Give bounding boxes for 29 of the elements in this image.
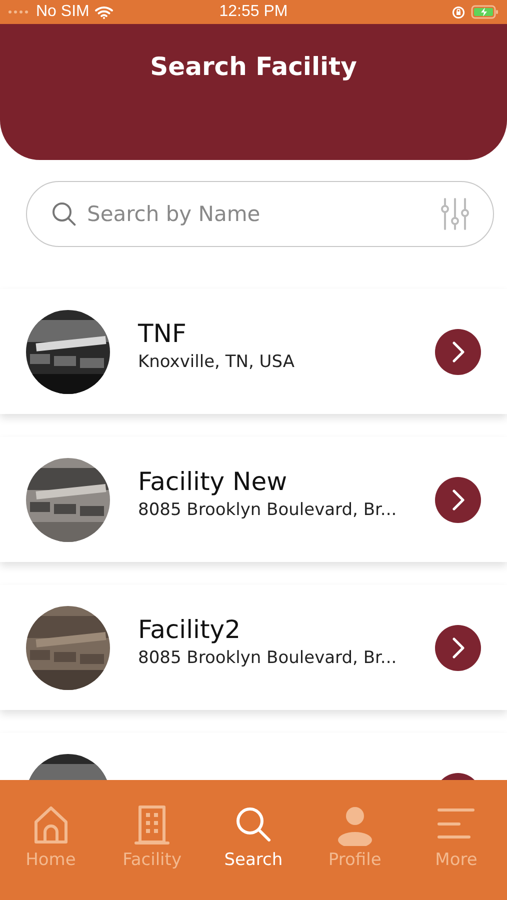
facility-name: Facility2: [138, 615, 242, 644]
facility-address: 8085 Brooklyn Boulevard, Br...: [138, 500, 398, 520]
facility-card[interactable]: Facility New 8085 Brooklyn Boulevard, Br...: [0, 437, 507, 562]
carrier-text: No SIM: [36, 3, 90, 21]
page-title: Search Facility: [150, 52, 357, 83]
facility-address: Knoxville, TN, USA: [138, 352, 296, 372]
search-icon: [51, 201, 77, 227]
facility-card[interactable]: Facility2 8085 Brooklyn Boulevard, Br...: [0, 585, 507, 710]
search-bar[interactable]: Search by Name: [26, 181, 494, 247]
tab-item[interactable]: Profile: [306, 804, 403, 876]
wifi-icon: [95, 6, 114, 18]
tab-item[interactable]: More: [408, 804, 504, 876]
rotation-lock-icon: [452, 6, 465, 18]
clock-text: 12:55 PM: [219, 3, 288, 21]
chevron-right-button[interactable]: [435, 476, 481, 522]
facility-card[interactable]: TNF Knoxville, TN, USA: [0, 289, 507, 414]
facility-name: TNF: [138, 319, 188, 348]
filter-sliders-icon[interactable]: [441, 197, 469, 231]
facility-name: Facility New: [138, 467, 288, 496]
chevron-right-button[interactable]: [435, 624, 481, 670]
chevron-right-button[interactable]: [435, 328, 481, 374]
battery-charging-icon: [470, 5, 499, 19]
tab-item[interactable]: Facility: [104, 804, 200, 876]
tab-item[interactable]: Home: [2, 804, 99, 876]
building-icon: [132, 804, 172, 846]
search-input[interactable]: Search by Name: [85, 201, 433, 227]
facility-address: 8085 Brooklyn Boulevard, Br...: [138, 648, 398, 668]
signal-dots-icon: [8, 10, 30, 14]
tab-item[interactable]: Search: [205, 804, 302, 876]
